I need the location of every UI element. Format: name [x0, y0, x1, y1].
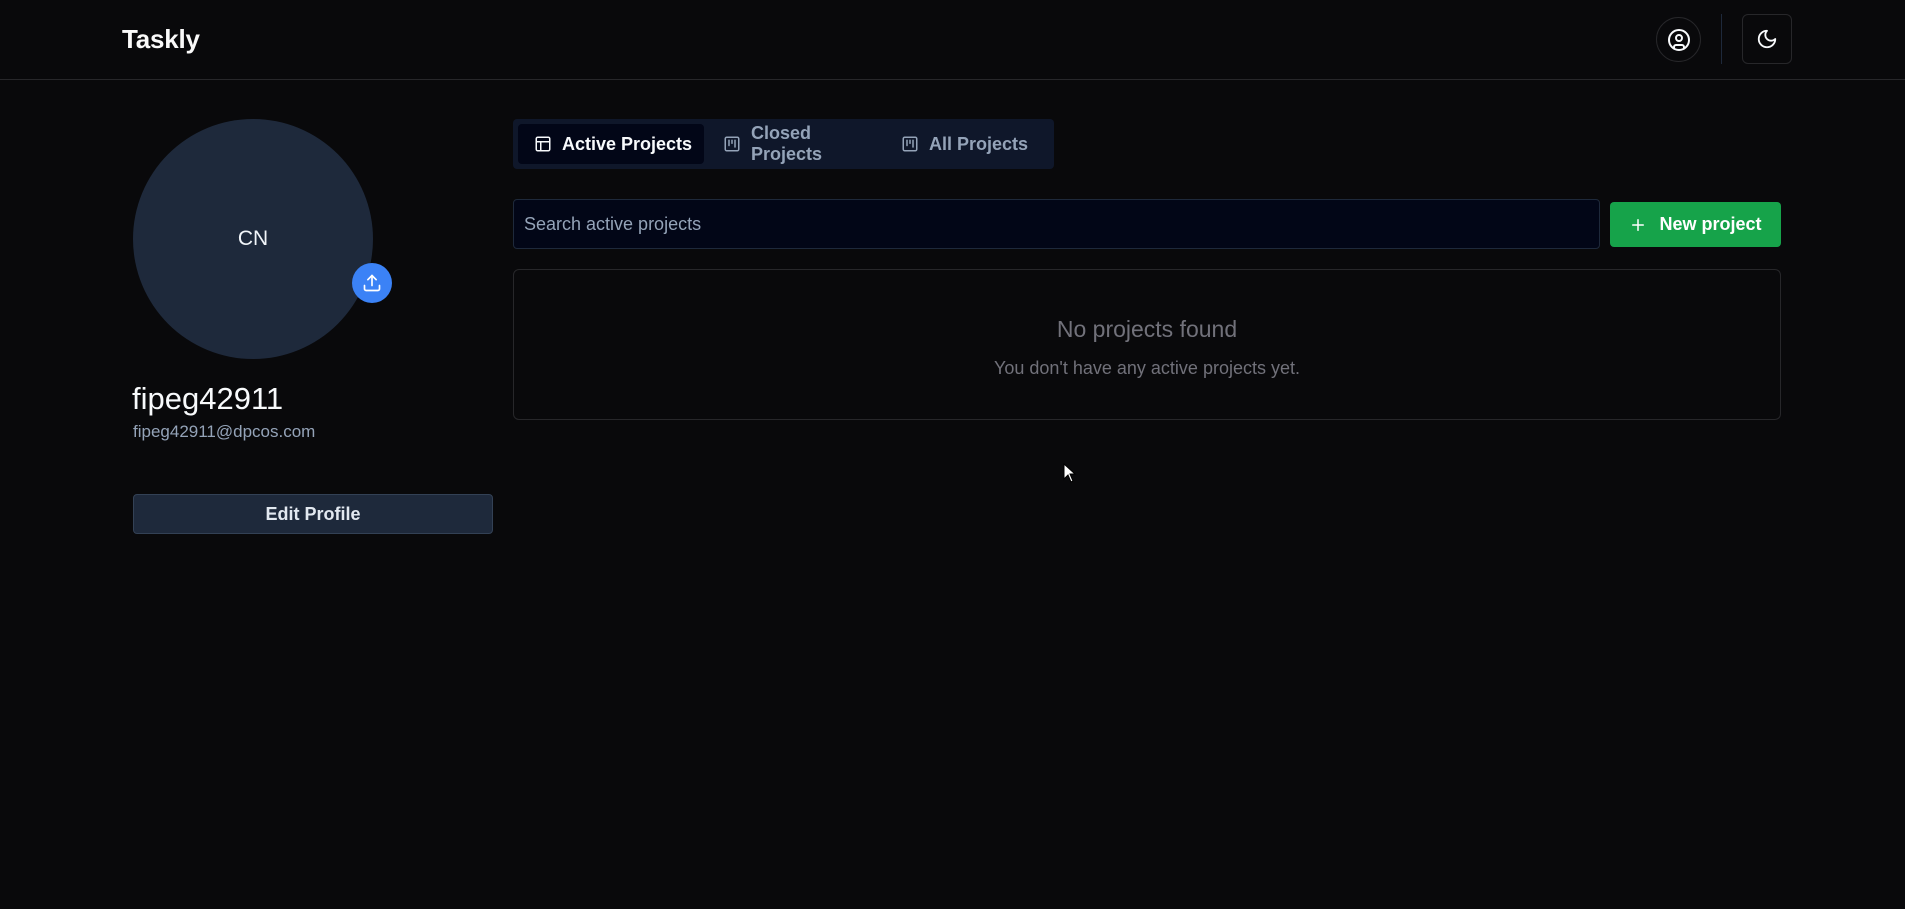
- header-divider: [1721, 14, 1722, 64]
- search-input[interactable]: [513, 199, 1600, 249]
- tab-closed-projects[interactable]: Closed Projects: [707, 123, 881, 164]
- upload-icon: [363, 274, 381, 292]
- empty-state-subtitle: You don't have any active projects yet.: [994, 358, 1300, 378]
- tab-active-projects[interactable]: Active Projects: [518, 124, 704, 164]
- new-project-label: New project: [1659, 214, 1762, 234]
- avatar-initials: CN: [237, 227, 269, 250]
- tab-all-projects[interactable]: All Projects: [885, 124, 1035, 164]
- profile-email: fipeg42911@dpcos.com: [133, 422, 316, 441]
- profile-username: fipeg42911: [132, 381, 284, 416]
- project-tabs: Active Projects Closed Projects All Proj…: [513, 119, 1054, 169]
- app-brand[interactable]: Taskly: [122, 24, 200, 55]
- top-header: Taskly: [0, 0, 1905, 80]
- edit-profile-button[interactable]: Edit Profile: [133, 494, 493, 534]
- empty-state-card: No projects found You don't have any act…: [513, 269, 1781, 420]
- tab-label: Active Projects: [562, 133, 693, 154]
- layout-icon: [534, 135, 552, 153]
- user-circle-icon: [1667, 28, 1690, 51]
- moon-icon: [1757, 29, 1777, 49]
- theme-toggle-button[interactable]: [1742, 14, 1792, 64]
- upload-avatar-button[interactable]: [352, 263, 392, 303]
- kanban-icon: [723, 135, 741, 153]
- avatar: CN: [133, 119, 373, 359]
- empty-state-title: No projects found: [1056, 316, 1238, 342]
- tab-label: Closed Projects: [751, 123, 823, 164]
- mouse-cursor-icon: [1063, 463, 1077, 483]
- tab-label: All Projects: [929, 133, 1029, 154]
- user-menu-button[interactable]: [1656, 17, 1701, 62]
- plus-icon: [1632, 218, 1645, 231]
- kanban-icon: [901, 135, 919, 153]
- new-project-button[interactable]: New project: [1610, 202, 1781, 247]
